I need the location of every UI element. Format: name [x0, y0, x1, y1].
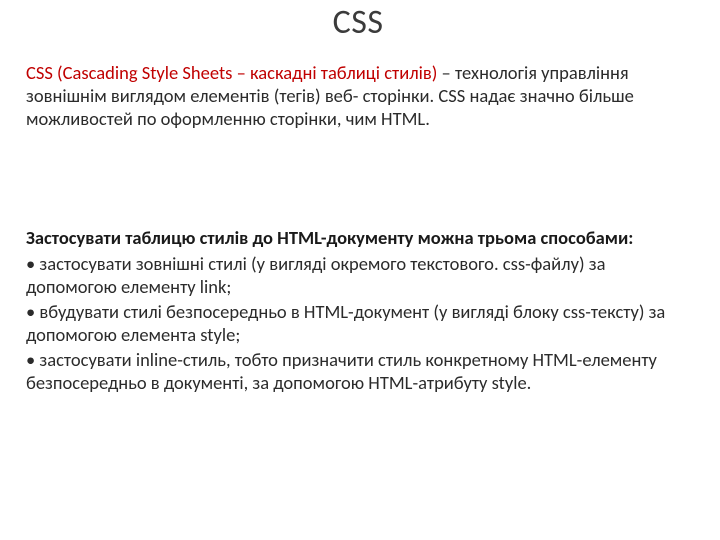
list-item: • застосувати inline-стиль, тобто призна… — [26, 348, 690, 394]
list-item: • вбудувати стилі безпосередньо в HTML-д… — [26, 300, 690, 346]
list-item: • застосувати зовнішні стилі (у вигляді … — [26, 252, 690, 298]
intro-paragraph: CSS (Cascading Style Sheets – каскадні т… — [26, 61, 690, 130]
page-title: CSS — [26, 0, 690, 61]
intro-highlight: CSS (Cascading Style Sheets – каскадні т… — [26, 61, 437, 84]
methods-lead: Застосувати таблицю стилів до HTML-докум… — [26, 226, 690, 249]
spacer — [26, 130, 690, 226]
methods-list: • застосувати зовнішні стилі (у вигляді … — [26, 252, 690, 395]
